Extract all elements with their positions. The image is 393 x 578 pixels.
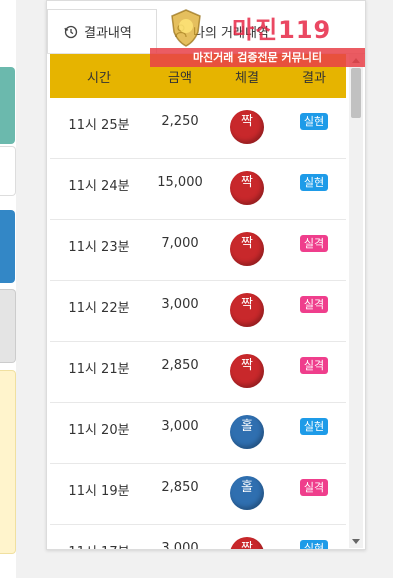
row-time: 11시 22분 [68,301,130,316]
row-time: 11시 17분 [50,525,148,549]
row-time: 11시 21분 [68,362,130,377]
even-ball: 짝 [230,354,264,388]
scroll-thumb[interactable] [351,68,361,118]
scroll-up-arrow-icon[interactable] [352,58,360,63]
row-time: 11시 20분 [68,423,130,438]
table-row[interactable]: 11시 19분 2,850 홀 실격 [50,464,346,525]
row-amount: 3,000 [161,541,199,550]
row-time: 11시 19분 [68,484,130,499]
row-amount: 15,000 [157,175,203,190]
row-amount: 3,000 [161,419,199,434]
table-row[interactable]: 11시 22분 3,000 짝 실격 [50,281,346,342]
row-amount: 2,250 [161,114,199,129]
even-ball: 짝 [230,293,264,327]
left-card-yellow[interactable] [0,370,16,554]
user-icon [175,24,187,38]
left-card-gray[interactable] [0,289,16,363]
result-badge: 실격 [299,296,329,313]
tab-bar: 결과내역 나의 거래내역 [47,9,365,54]
left-card-teal[interactable] [0,67,15,144]
even-ball: 짝 [230,537,264,549]
odd-ball: 홀 [230,476,264,510]
results-table: 시간 금액 체결 결과 11시 25분 2,250 짝 실현 11시 24분 1… [50,54,346,550]
table-row[interactable]: 11시 21분 2,850 짝 실격 [50,342,346,403]
row-amount: 2,850 [161,358,199,373]
table-row[interactable]: 11시 17분 3,000 짝 실현 [50,525,346,550]
row-time: 11시 23분 [68,240,130,255]
tab-results-label: 결과내역 [84,26,132,41]
table-row[interactable]: 11시 20분 3,000 홀 실현 [50,403,346,464]
table-row[interactable]: 11시 25분 2,250 짝 실현 [50,98,346,159]
header-time: 시간 [87,70,111,86]
left-card-blue[interactable] [0,210,15,283]
result-badge: 실격 [299,357,329,374]
result-badge: 실격 [299,235,329,252]
tab-results[interactable]: 결과내역 [47,9,157,53]
history-icon [64,25,78,38]
row-time: 11시 24분 [68,179,130,194]
left-card-white[interactable] [0,146,16,196]
header-result: 결과 [302,70,326,86]
row-time: 11시 25분 [68,118,130,133]
result-badge: 실현 [299,540,329,549]
odd-ball: 홀 [230,415,264,449]
result-badge: 실현 [299,113,329,130]
even-ball: 짝 [230,232,264,266]
scroll-down-arrow-icon[interactable] [352,539,360,544]
even-ball: 짝 [230,110,264,144]
result-badge: 실현 [299,418,329,435]
row-amount: 2,850 [161,480,199,495]
tab-my-bets[interactable]: 나의 거래내역 [175,9,269,53]
row-amount: 7,000 [161,236,199,251]
result-badge: 실현 [299,174,329,191]
table-header: 시간 금액 체결 결과 [50,54,346,98]
table-row[interactable]: 11시 23분 7,000 짝 실격 [50,220,346,281]
row-amount: 3,000 [161,297,199,312]
even-ball: 짝 [230,171,264,205]
table-row[interactable]: 11시 24분 15,000 짝 실현 [50,159,346,220]
result-badge: 실격 [299,479,329,496]
scrollbar[interactable] [349,54,363,548]
header-bet: 체결 [235,70,259,86]
header-amount: 금액 [168,70,192,86]
tab-my-bets-label: 나의 거래내역 [193,25,269,41]
table-body: 11시 25분 2,250 짝 실현 11시 24분 15,000 짝 실현 1… [50,98,346,550]
history-panel: 결과내역 나의 거래내역 시간 금액 체결 결과 11시 25분 2,250 짝… [46,0,366,550]
